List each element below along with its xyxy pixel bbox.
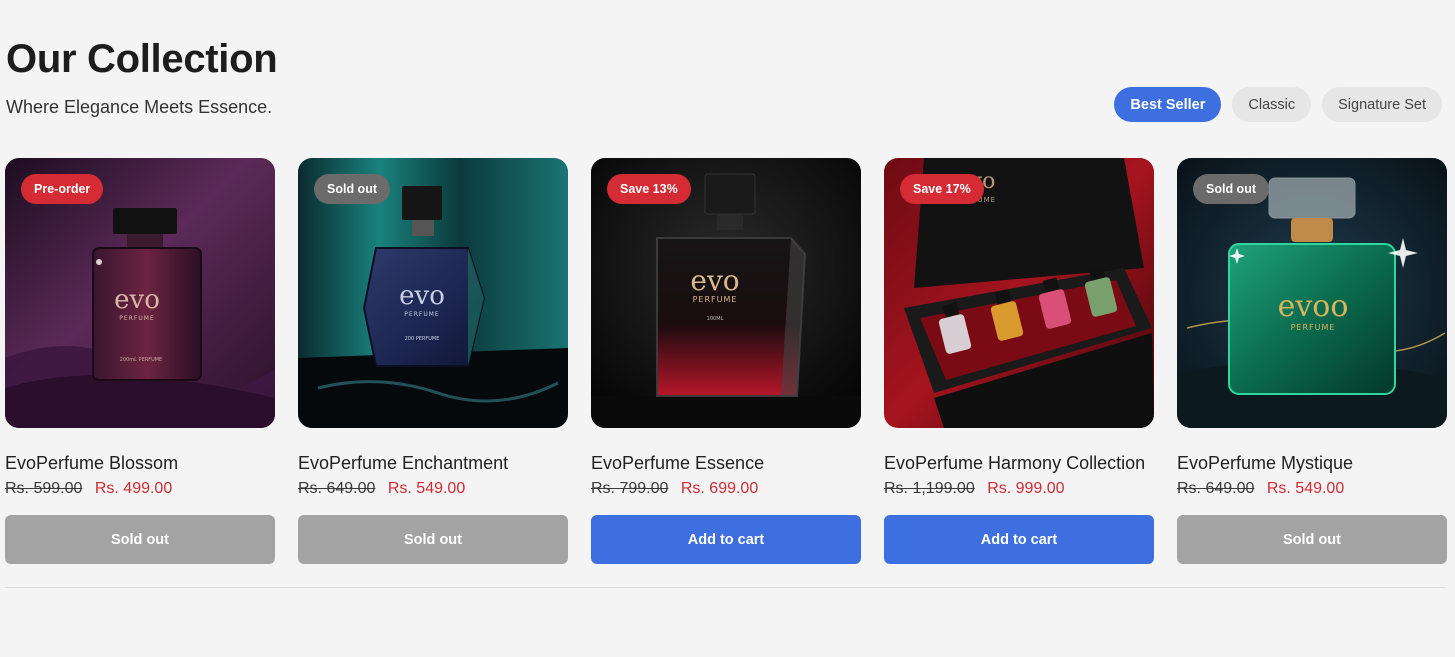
product-card: evo PERFUME 100ML Save 13% EvoPerfume Es… [591, 158, 861, 564]
page-subtitle: Where Elegance Meets Essence. [6, 97, 273, 117]
add-to-cart-button[interactable]: Add to cart [884, 515, 1154, 564]
save-badge: Save 13% [607, 174, 691, 204]
product-card: evo PERFUME Save 17% EvoPerfume Harmony … [884, 158, 1154, 564]
filter-tabs: Best Seller Classic Signature Set [1114, 87, 1442, 122]
product-card: evoo PERFUME Sold out EvoPerfume Mystiqu… [1177, 158, 1447, 564]
bottle-sub-text: PERFUME [119, 315, 154, 322]
original-price: Rs. 649.00 [1177, 480, 1255, 497]
bottle-brand-text: evoo [1278, 289, 1349, 324]
sale-price: Rs. 999.00 [987, 480, 1065, 497]
sale-price: Rs. 549.00 [387, 480, 466, 497]
product-image[interactable]: evo PERFUME 100ML Save 13% [591, 158, 861, 428]
bottle-note-text: 200 PERFUME [405, 336, 440, 342]
price-row: Rs. 649.00 Rs. 549.00 [1177, 479, 1447, 499]
original-price: Rs. 599.00 [5, 480, 83, 497]
bottle-sub-text: PERFUME [693, 295, 738, 304]
bottle-note-text: 200mL PERFUME [120, 357, 162, 363]
product-name[interactable]: EvoPerfume Blossom [5, 452, 275, 474]
product-image[interactable]: evo PERFUME 200mL PERFUME Pre-order [5, 158, 275, 428]
filter-tab-signature-set[interactable]: Signature Set [1322, 87, 1442, 122]
price-row: Rs. 649.00 Rs. 549.00 [298, 479, 568, 499]
bottle-brand-text: evo [690, 264, 739, 297]
bottle-brand-text: evo [399, 281, 445, 311]
product-name[interactable]: EvoPerfume Harmony Collection [884, 452, 1154, 474]
bottle-sub-text: PERFUME [404, 311, 439, 318]
original-price: Rs. 649.00 [298, 480, 376, 497]
sale-price: Rs. 499.00 [94, 480, 173, 497]
product-image[interactable]: evo PERFUME Save 17% [884, 158, 1154, 428]
product-name[interactable]: EvoPerfume Mystique [1177, 452, 1447, 474]
price-row: Rs. 1,199.00 Rs. 999.00 [884, 479, 1154, 499]
sold-out-button[interactable]: Sold out [298, 515, 568, 564]
product-card: evo PERFUME 200 PERFUME Sold out EvoPerf… [298, 158, 568, 564]
bottle-sub-text: PERFUME [1291, 323, 1336, 332]
save-badge: Save 17% [900, 174, 984, 204]
add-to-cart-button[interactable]: Add to cart [591, 515, 861, 564]
sold-out-badge: Sold out [314, 174, 390, 204]
price-row: Rs. 799.00 Rs. 699.00 [591, 479, 861, 499]
product-name[interactable]: EvoPerfume Enchantment [298, 452, 568, 474]
filter-tab-classic[interactable]: Classic [1232, 87, 1312, 122]
product-image[interactable]: evo PERFUME 200 PERFUME Sold out [298, 158, 568, 428]
sold-out-button[interactable]: Sold out [5, 515, 275, 564]
product-image[interactable]: evoo PERFUME Sold out [1177, 158, 1447, 428]
sale-price: Rs. 699.00 [680, 480, 759, 497]
page-title: Our Collection [6, 37, 278, 81]
section-divider [5, 587, 1445, 588]
sold-out-badge: Sold out [1193, 174, 1269, 204]
collection-header: Our Collection Where Elegance Meets Esse… [6, 36, 278, 118]
original-price: Rs. 799.00 [591, 480, 669, 497]
product-grid: evo PERFUME 200mL PERFUME Pre-order EvoP… [5, 158, 1447, 564]
bottle-brand-text: evo [114, 285, 160, 315]
sale-price: Rs. 549.00 [1266, 480, 1345, 497]
original-price: Rs. 1,199.00 [884, 480, 975, 497]
product-name[interactable]: EvoPerfume Essence [591, 452, 861, 474]
pre-order-badge: Pre-order [21, 174, 104, 204]
product-card: evo PERFUME 200mL PERFUME Pre-order EvoP… [5, 158, 275, 564]
bottle-note-text: 100ML [707, 316, 724, 322]
sold-out-button[interactable]: Sold out [1177, 515, 1447, 564]
filter-tab-best-seller[interactable]: Best Seller [1114, 87, 1222, 122]
price-row: Rs. 599.00 Rs. 499.00 [5, 479, 275, 499]
